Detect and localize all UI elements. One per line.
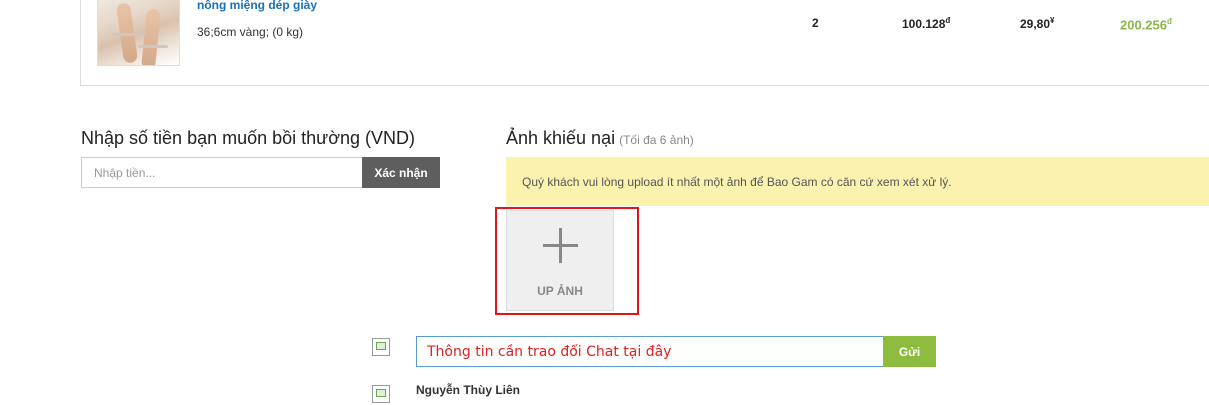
complaint-images-limit: (Tối đa 6 ảnh) — [619, 133, 694, 147]
cny-price: 29,80¥ — [1020, 16, 1054, 31]
complaint-images-title: Ảnh khiếu nại (Tối đa 6 ảnh) — [506, 128, 694, 149]
confirm-button[interactable]: Xác nhận — [362, 157, 440, 188]
user-avatar-icon — [372, 338, 390, 356]
upload-image-label: UP ẢNH — [537, 284, 583, 298]
unit-price-value: 100.128 — [902, 17, 946, 31]
currency-symbol: ¥ — [1050, 16, 1055, 25]
cny-price-value: 29,80 — [1020, 17, 1051, 31]
product-variant: 36;6cm vàng; (0 kg) — [197, 25, 304, 39]
product-thumbnail[interactable] — [97, 0, 180, 66]
unit-price: 100.128đ — [902, 16, 950, 31]
product-name-link[interactable]: nông miệng dép giày — [197, 0, 317, 12]
complaint-images-title-text: Ảnh khiếu nại — [506, 128, 616, 148]
compensation-title: Nhập số tiền bạn muốn bồi thường (VND) — [81, 128, 416, 148]
chat-message-input[interactable] — [416, 336, 884, 367]
upload-notice: Quý khách vui lòng upload ít nhất một ản… — [506, 157, 1209, 206]
send-chat-button[interactable]: Gửi — [883, 336, 936, 367]
currency-symbol: đ — [1167, 17, 1172, 26]
sender-avatar-icon — [372, 385, 390, 403]
chat-sender-name: Nguyễn Thùy Liên — [416, 383, 521, 397]
order-item-row — [80, 0, 1209, 86]
currency-symbol: đ — [945, 16, 951, 25]
compensation-amount-input[interactable] — [81, 157, 363, 188]
upload-image-button[interactable]: UP ẢNH — [506, 210, 614, 311]
quantity-value: 2 — [812, 16, 819, 30]
line-total-value: 200.256 — [1120, 17, 1167, 33]
line-total: 200.256đ — [1120, 17, 1172, 32]
